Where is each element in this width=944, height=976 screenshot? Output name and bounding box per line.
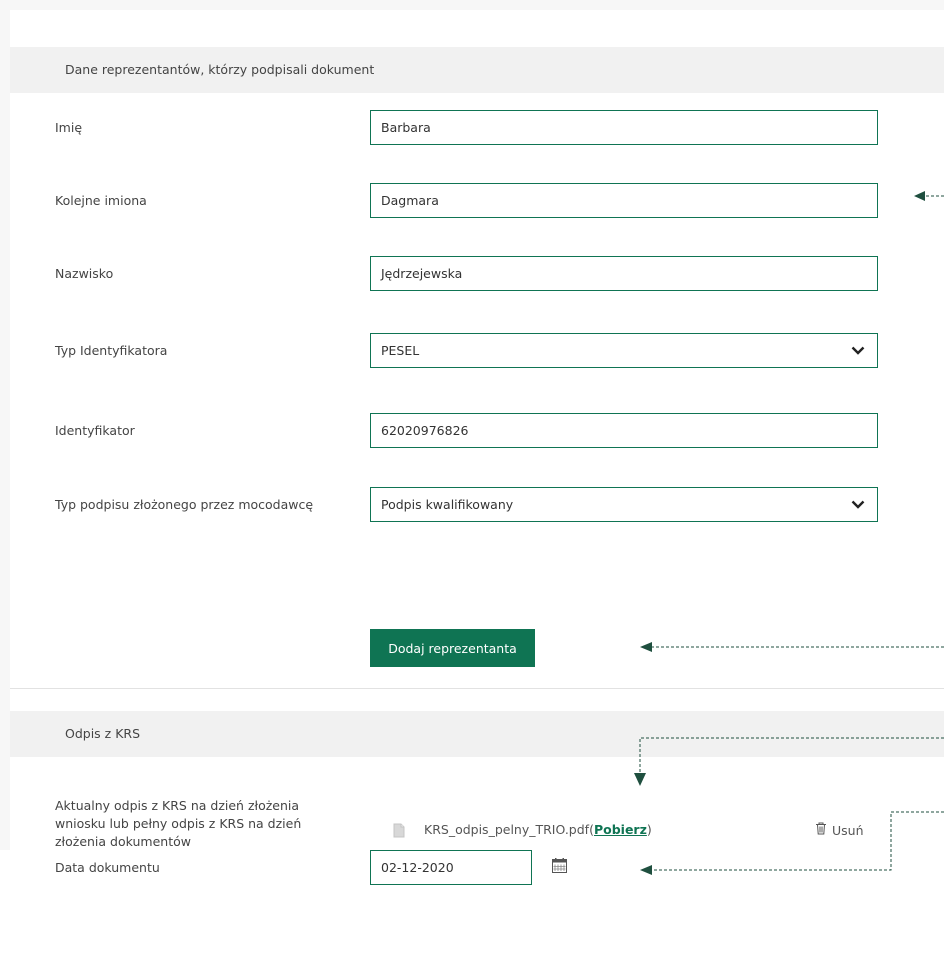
document-date-value: 02-12-2020	[381, 860, 454, 875]
signature-type-label: Typ podpisu złożonego przez mocodawcę	[55, 497, 314, 512]
middle-names-label: Kolejne imiona	[55, 193, 147, 208]
add-representative-button[interactable]: Dodaj reprezentanta	[370, 629, 535, 667]
first-name-value: Barbara	[381, 120, 431, 135]
trash-icon	[815, 822, 827, 838]
signature-type-value: Podpis kwalifikowany	[381, 497, 514, 512]
last-name-label: Nazwisko	[55, 266, 114, 281]
krs-section-title: Odpis z KRS	[65, 726, 141, 741]
download-paren-close: )	[646, 822, 652, 837]
krs-section-header: Odpis z KRS	[10, 711, 944, 757]
calendar-icon[interactable]	[552, 858, 567, 876]
first-name-field[interactable]: Barbara	[370, 110, 878, 145]
last-name-value: Jędrzejewska	[381, 266, 463, 281]
download-link[interactable]: Pobierz	[594, 822, 647, 837]
id-type-value: PESEL	[381, 343, 420, 358]
delete-label: Usuń	[832, 822, 864, 838]
krs-extract-label-line: wniosku lub pełny odpis z KRS na dzień	[55, 816, 302, 831]
representatives-section-title: Dane reprezentantów, którzy podpisali do…	[65, 62, 375, 77]
krs-extract-label-line: Aktualny odpis z KRS na dzień złożenia	[55, 798, 300, 813]
identifier-field[interactable]: 62020976826	[370, 413, 878, 448]
middle-names-value: Dagmara	[381, 193, 439, 208]
krs-extract-label-line: złożenia dokumentów	[55, 834, 191, 849]
middle-names-field[interactable]: Dagmara	[370, 183, 878, 218]
section-divider	[10, 688, 944, 689]
id-type-select[interactable]: PESEL	[370, 333, 878, 368]
identifier-label: Identyfikator	[55, 423, 135, 438]
document-date-label: Data dokumentu	[55, 860, 160, 875]
attached-file: KRS_odpis_pelny_TRIO.pdf(Pobierz)	[424, 822, 652, 837]
krs-extract-label: Aktualny odpis z KRS na dzień złożenia w…	[55, 797, 301, 851]
file-name: KRS_odpis_pelny_TRIO.pdf	[424, 822, 590, 837]
file-icon	[393, 823, 405, 841]
last-name-field[interactable]: Jędrzejewska	[370, 256, 878, 291]
chevron-down-icon[interactable]	[839, 500, 877, 509]
left-strip	[0, 850, 10, 976]
representatives-section-header: Dane reprezentantów, którzy podpisali do…	[10, 47, 944, 93]
delete-file-button[interactable]: Usuń	[815, 822, 864, 838]
signature-type-select[interactable]: Podpis kwalifikowany	[370, 487, 878, 522]
first-name-label: Imię	[55, 120, 83, 135]
document-date-field[interactable]: 02-12-2020	[370, 850, 532, 885]
chevron-down-icon[interactable]	[839, 346, 877, 355]
id-type-label: Typ Identyfikatora	[55, 343, 168, 358]
identifier-value: 62020976826	[381, 423, 469, 438]
